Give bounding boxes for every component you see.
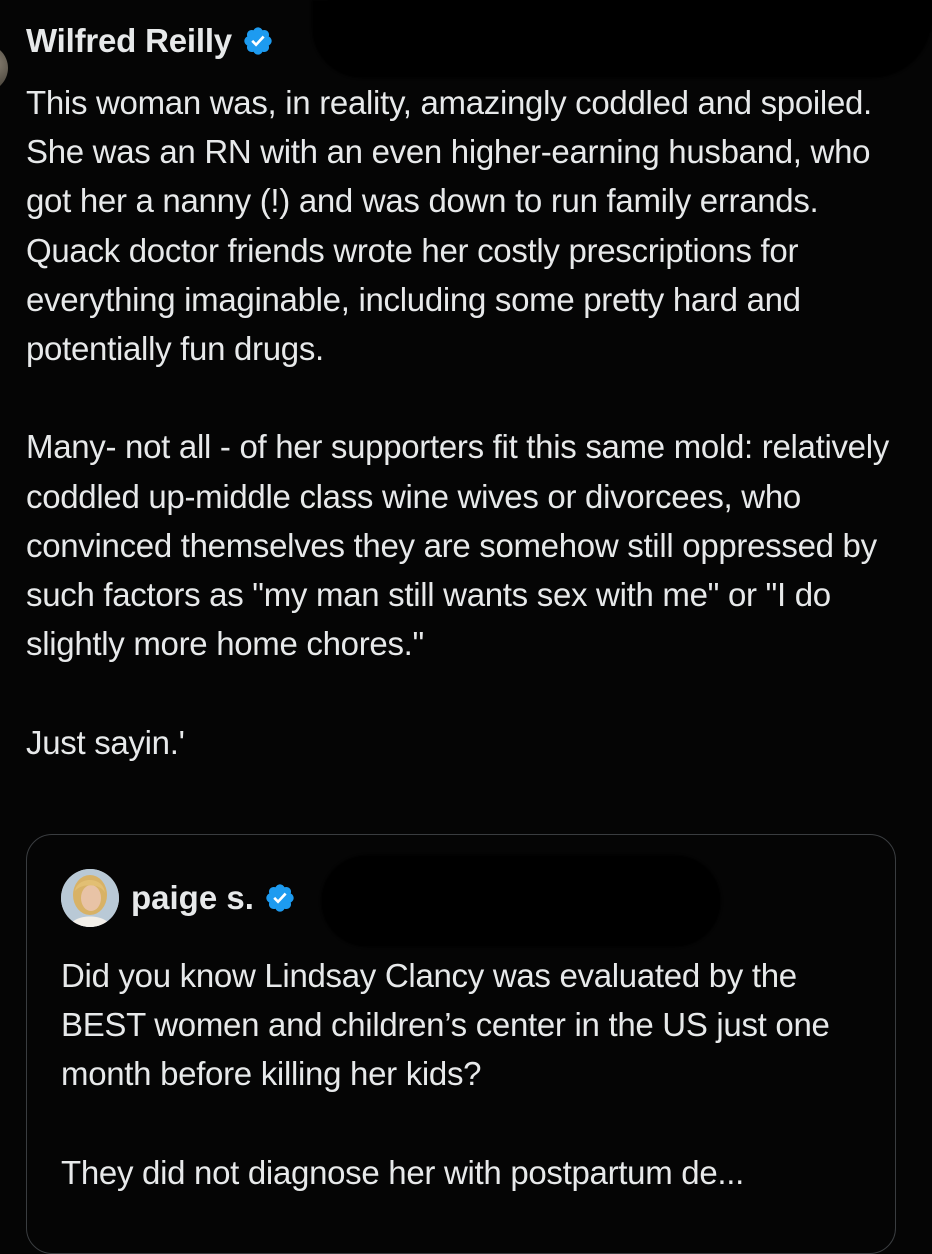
quoted-author-name[interactable]: paige s. bbox=[131, 879, 254, 917]
quoted-tweet-header: paige s. bbox=[131, 879, 296, 917]
tweet-paragraph: This woman was, in reality, amazingly co… bbox=[26, 84, 872, 368]
author-avatar[interactable] bbox=[0, 44, 8, 92]
verified-badge-icon bbox=[266, 884, 294, 912]
redaction-scribble bbox=[330, 0, 930, 30]
quoted-tweet-card[interactable]: paige s. Did you know Lindsay Clancy was… bbox=[26, 834, 896, 1254]
tweet-header: Wilfred Reilly bbox=[26, 22, 274, 60]
tweet-paragraph: Just sayin.' bbox=[26, 723, 185, 761]
quoted-tweet-body: Did you know Lindsay Clancy was evaluate… bbox=[61, 951, 881, 1246]
tweet-body: This woman was, in reality, amazingly co… bbox=[26, 78, 921, 816]
tweet-paragraph: Many- not all - of her supporters fit th… bbox=[26, 428, 889, 663]
quoted-tweet-paragraph: They did not diagnose her with postpartu… bbox=[61, 1153, 744, 1191]
verified-badge-icon bbox=[244, 27, 272, 55]
tweet: Wilfred Reilly This woman was, in realit… bbox=[0, 0, 932, 1254]
quoted-tweet-paragraph: Did you know Lindsay Clancy was evaluate… bbox=[61, 957, 830, 1093]
avatar-photo-icon bbox=[61, 869, 119, 927]
redaction-scribble bbox=[321, 855, 721, 947]
author-name[interactable]: Wilfred Reilly bbox=[26, 22, 232, 60]
quoted-author-avatar[interactable] bbox=[61, 869, 119, 927]
